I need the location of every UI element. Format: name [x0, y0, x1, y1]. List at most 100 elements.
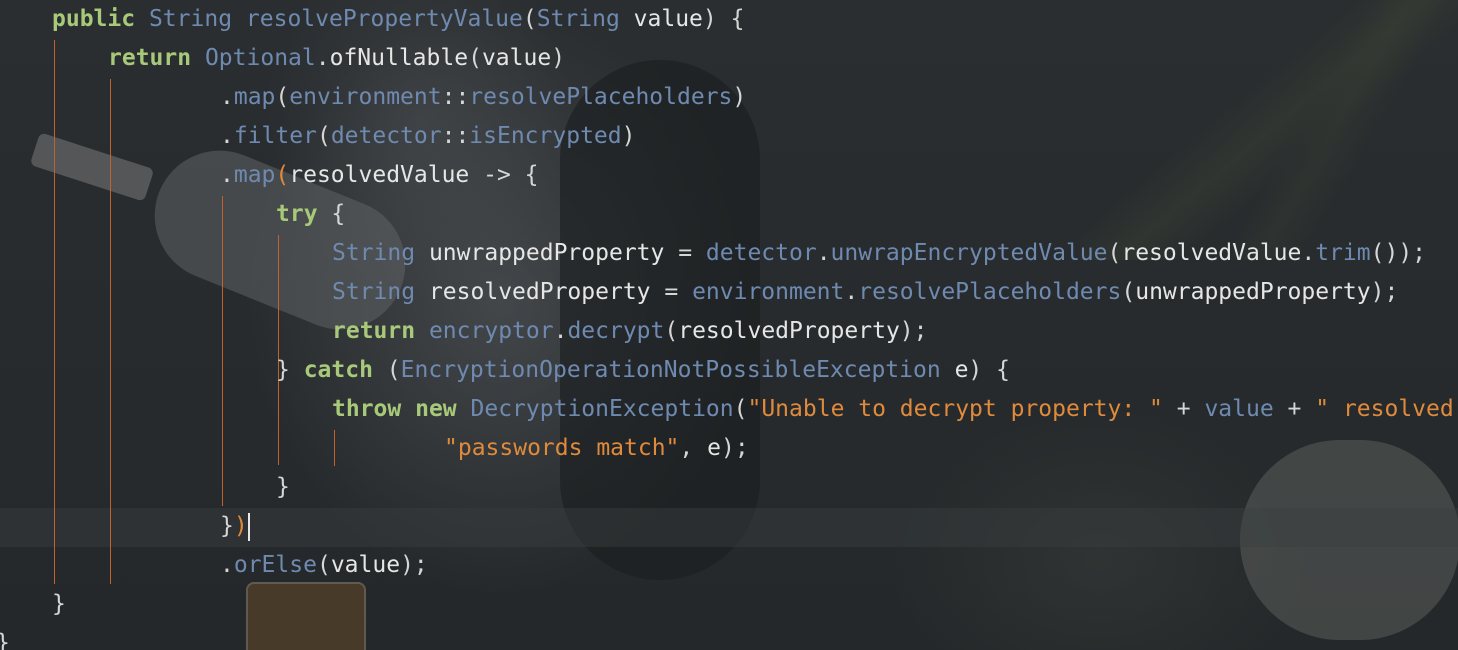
code-token-punctuation: (	[468, 45, 482, 71]
code-token-punctuation: .	[816, 240, 831, 266]
code-token-identifier: resolvedProperty	[428, 279, 651, 305]
code-token-punctuation: .	[220, 84, 234, 110]
code-token-keyword: catch	[303, 357, 373, 383]
code-token-keyword: new	[415, 396, 457, 422]
code-token-identifier: e	[707, 435, 721, 461]
code-token-punctuation: ,	[679, 435, 708, 461]
code-token-punctuation: +	[1162, 396, 1205, 422]
code-token-punctuation: ());	[1370, 240, 1427, 266]
code-token-identifier: unwrappedProperty	[428, 240, 665, 266]
code-token-member-name: resolvePlaceholders	[469, 84, 733, 110]
code-token-punctuation: ::	[441, 84, 470, 110]
code-token-identifier: resolvedProperty	[678, 318, 900, 344]
code-token-punctuation	[401, 396, 415, 422]
code-token-string-literal: )	[233, 513, 248, 539]
code-line-11[interactable]: throw new DecryptionException("Unable to…	[332, 390, 1454, 429]
code-token-member-name: isEncrypted	[469, 123, 622, 149]
code-token-member-name: environment	[289, 84, 442, 110]
indent-guide	[110, 79, 111, 584]
code-token-type-name: String	[332, 279, 416, 305]
code-line-14[interactable]: })	[220, 507, 250, 546]
code-token-keyword: public	[52, 6, 136, 32]
code-token-punctuation: )	[621, 123, 636, 149]
code-token-punctuation	[457, 396, 471, 422]
code-token-type-name: String	[148, 6, 233, 32]
code-token-punctuation: .	[220, 162, 234, 188]
code-token-member-name: trim	[1315, 240, 1371, 266]
code-token-member-name: environment	[692, 279, 845, 305]
code-token-punctuation	[135, 6, 149, 32]
code-token-member-name: encryptor	[428, 318, 554, 344]
code-token-member-name: filter	[233, 123, 317, 149]
code-token-punctuation: );	[720, 435, 749, 461]
code-token-punctuation: (	[1107, 240, 1122, 266]
code-line-15[interactable]: .orElse(value);	[220, 546, 428, 585]
indent-guide	[222, 196, 223, 506]
code-token-punctuation: (	[733, 396, 748, 422]
code-line-3[interactable]: .map(environment::resolvePlaceholders)	[220, 78, 746, 117]
code-token-keyword: throw	[332, 396, 402, 422]
code-token-punctuation: }	[52, 591, 66, 617]
code-line-2[interactable]: return Optional.ofNullable(value)	[108, 39, 565, 78]
code-token-string-literal: " resolved	[1315, 396, 1454, 422]
code-token-punctuation	[620, 6, 634, 32]
code-line-4[interactable]: .filter(detector::isEncrypted)	[220, 117, 635, 156]
code-token-type-name: String	[536, 6, 620, 32]
code-token-type-name: Optional	[204, 45, 316, 71]
code-token-identifier: unwrappedProperty	[1135, 279, 1371, 305]
code-line-1[interactable]: public String resolvePropertyValue(Strin…	[52, 0, 744, 39]
code-token-punctuation	[191, 45, 205, 71]
code-token-punctuation: +	[1273, 396, 1316, 422]
code-token-identifier: resolvedValue	[1121, 240, 1302, 266]
code-token-punctuation: (	[1121, 279, 1136, 305]
code-token-punctuation: .	[1301, 240, 1316, 266]
code-token-string-literal: "Unable to decrypt property: "	[747, 396, 1163, 422]
code-token-member-name: map	[233, 84, 276, 110]
code-line-9[interactable]: return encryptor.decrypt(resolvedPropert…	[332, 312, 928, 351]
code-token-member-name: resolvePlaceholders	[858, 279, 1122, 305]
code-token-punctuation: (	[316, 123, 331, 149]
code-token-punctuation	[415, 318, 429, 344]
code-token-punctuation: );	[1370, 279, 1399, 305]
code-token-punctuation	[232, 6, 246, 32]
code-token-member-name: resolvePropertyValue	[245, 6, 523, 32]
code-token-identifier: e	[954, 357, 969, 383]
code-token-punctuation: .	[315, 45, 330, 71]
code-token-punctuation: =	[664, 240, 706, 266]
code-token-identifier: value	[330, 552, 401, 578]
code-token-punctuation: }	[276, 474, 290, 500]
code-line-5[interactable]: .map(resolvedValue -> {	[220, 156, 539, 195]
code-line-12[interactable]: "passwords match", e);	[444, 429, 749, 468]
code-token-punctuation: =	[650, 279, 693, 305]
code-token-string-literal: "passwords match"	[444, 435, 680, 461]
code-token-punctuation: .	[844, 279, 859, 305]
code-token-punctuation	[415, 240, 429, 266]
indent-guide	[334, 430, 335, 466]
code-token-member-name: orElse	[233, 552, 317, 578]
code-token-punctuation: )	[551, 45, 566, 71]
code-token-identifier: ofNullable	[329, 45, 469, 71]
code-token-identifier: resolvedValue	[289, 162, 470, 188]
code-editor[interactable]: public String resolvePropertyValue(Strin…	[0, 0, 1458, 650]
code-token-punctuation: );	[400, 552, 428, 578]
code-line-13[interactable]: }	[276, 468, 290, 507]
code-token-member-name: unwrapEncryptedValue	[830, 240, 1108, 266]
code-token-punctuation: (	[522, 6, 537, 32]
code-token-member-name: detector	[705, 240, 817, 266]
code-token-punctuation	[415, 279, 429, 305]
code-line-6[interactable]: try {	[276, 195, 345, 234]
code-token-member-name: detector	[330, 123, 442, 149]
code-line-17[interactable]: }	[0, 624, 10, 650]
code-token-member-name: value	[1204, 396, 1274, 422]
code-token-punctuation: (	[275, 84, 290, 110]
code-line-10[interactable]: } catch (EncryptionOperationNotPossibleE…	[276, 351, 1010, 390]
code-line-7[interactable]: String unwrappedProperty = detector.unwr…	[332, 234, 1426, 273]
code-token-punctuation	[941, 357, 955, 383]
code-token-punctuation: .	[220, 123, 234, 149]
code-token-punctuation: .	[220, 552, 234, 578]
code-token-member-name: decrypt	[567, 318, 665, 344]
code-token-keyword: return	[108, 45, 192, 71]
code-line-8[interactable]: String resolvedProperty = environment.re…	[332, 273, 1398, 312]
code-line-16[interactable]: }	[52, 585, 66, 624]
code-token-identifier: value	[481, 45, 552, 71]
